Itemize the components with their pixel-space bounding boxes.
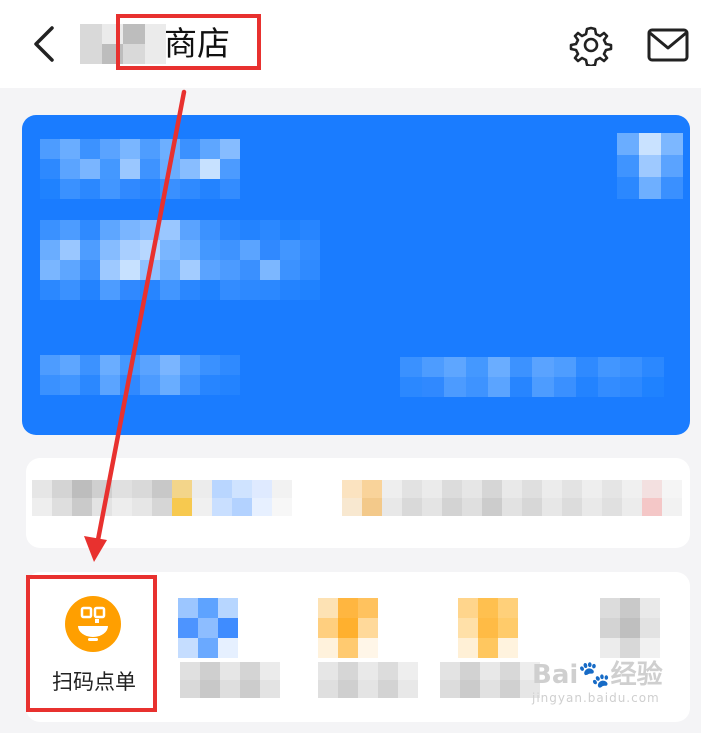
tool-item-4-blurred[interactable] [458, 598, 518, 658]
promo-mosaic-right [342, 480, 682, 516]
promo-strip-blurred[interactable] [26, 458, 690, 548]
watermark: Bai🐾经验 jingyan.baidu.com [532, 660, 692, 720]
card-mosaic-bottom-left [40, 355, 240, 395]
watermark-url: jingyan.baidu.com [532, 691, 660, 705]
scan-highlight-box [26, 575, 157, 712]
tool-label-4-blurred [440, 662, 540, 698]
watermark-brand-suffix: 经验 [610, 660, 663, 690]
watermark-brand: Bai [532, 660, 579, 690]
tool-item-5-blurred[interactable] [600, 598, 660, 658]
top-bar: 商店 [0, 0, 701, 88]
tool-label-3-blurred [318, 662, 418, 698]
tool-item-3-blurred[interactable] [318, 598, 378, 658]
card-mosaic-top-right [617, 133, 683, 199]
tool-label-2-blurred [180, 662, 280, 698]
gear-icon[interactable] [568, 24, 614, 66]
mail-icon[interactable] [646, 26, 690, 64]
title-highlight-box [116, 14, 261, 70]
paw-icon: 🐾 [578, 660, 611, 690]
card-mosaic-mid [40, 220, 320, 300]
chevron-left-icon[interactable] [28, 24, 62, 64]
card-mosaic-bottom-right [400, 357, 664, 397]
tool-item-2-blurred[interactable] [178, 598, 238, 658]
promo-mosaic-left [32, 480, 292, 516]
card-mosaic-top-left [40, 139, 240, 199]
shop-card-blurred[interactable] [22, 115, 690, 435]
